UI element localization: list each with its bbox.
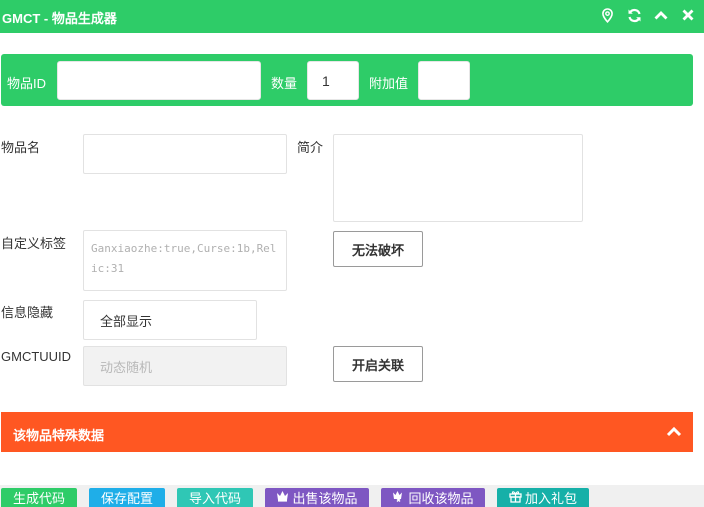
special-data-title: 该物品特殊数据 [13, 428, 105, 443]
extra-value-label: 附加值 [369, 76, 409, 91]
close-icon[interactable] [680, 7, 696, 23]
custom-tag-textarea[interactable]: Ganxiaozhe:true,Curse:1b,Relic:31 [83, 230, 287, 291]
location-icon[interactable] [599, 7, 615, 23]
custom-tag-label: 自定义标签 [1, 236, 67, 251]
add-to-gift-label: 加入礼包 [524, 491, 577, 506]
window-title: GMCT - 物品生成器 [2, 11, 117, 26]
save-config-button[interactable]: 保存配置 [89, 488, 165, 507]
info-hide-select[interactable]: 全部显示 [83, 300, 257, 340]
save-config-label: 保存配置 [100, 491, 153, 506]
item-id-label: 物品ID [7, 76, 47, 91]
quantity-label: 数量 [271, 76, 298, 91]
uuid-input: 动态随机 [83, 346, 287, 386]
add-to-gift-button[interactable]: 加入礼包 [497, 488, 589, 507]
uuid-label: GMCTUUID [1, 349, 72, 364]
recycle-icon [392, 490, 405, 505]
special-data-header[interactable]: 该物品特殊数据 [1, 412, 693, 452]
generate-code-label: 生成代码 [12, 491, 65, 506]
recycle-item-button[interactable]: 回收该物品 [381, 488, 485, 507]
gift-icon [509, 490, 522, 506]
quantity-input[interactable]: 1 [307, 61, 359, 100]
chevron-up-icon[interactable] [653, 7, 669, 23]
unbreakable-button[interactable]: 无法破坏 [333, 231, 423, 267]
item-name-input[interactable] [83, 134, 287, 174]
item-name-label: 物品名 [1, 140, 41, 155]
intro-label: 简介 [297, 140, 324, 155]
import-code-button[interactable]: 导入代码 [177, 488, 253, 507]
sell-item-label: 出售该物品 [292, 491, 358, 506]
generate-code-button[interactable]: 生成代码 [1, 488, 77, 507]
chevron-up-icon[interactable] [666, 425, 682, 441]
window-titlebar: GMCT - 物品生成器 [0, 0, 704, 33]
refresh-icon[interactable] [626, 7, 642, 23]
import-code-label: 导入代码 [188, 491, 241, 506]
link-button[interactable]: 开启关联 [333, 346, 423, 382]
titlebar-icons [599, 7, 696, 23]
recycle-item-label: 回收该物品 [408, 491, 474, 506]
crown-icon [276, 490, 289, 505]
info-hide-label: 信息隐藏 [1, 305, 54, 320]
item-id-input[interactable] [57, 61, 261, 100]
extra-value-input[interactable] [418, 61, 470, 100]
intro-textarea[interactable] [333, 134, 583, 222]
sell-item-button[interactable]: 出售该物品 [265, 488, 369, 507]
item-id-bar: 物品ID 数量 1 附加值 [1, 54, 693, 106]
